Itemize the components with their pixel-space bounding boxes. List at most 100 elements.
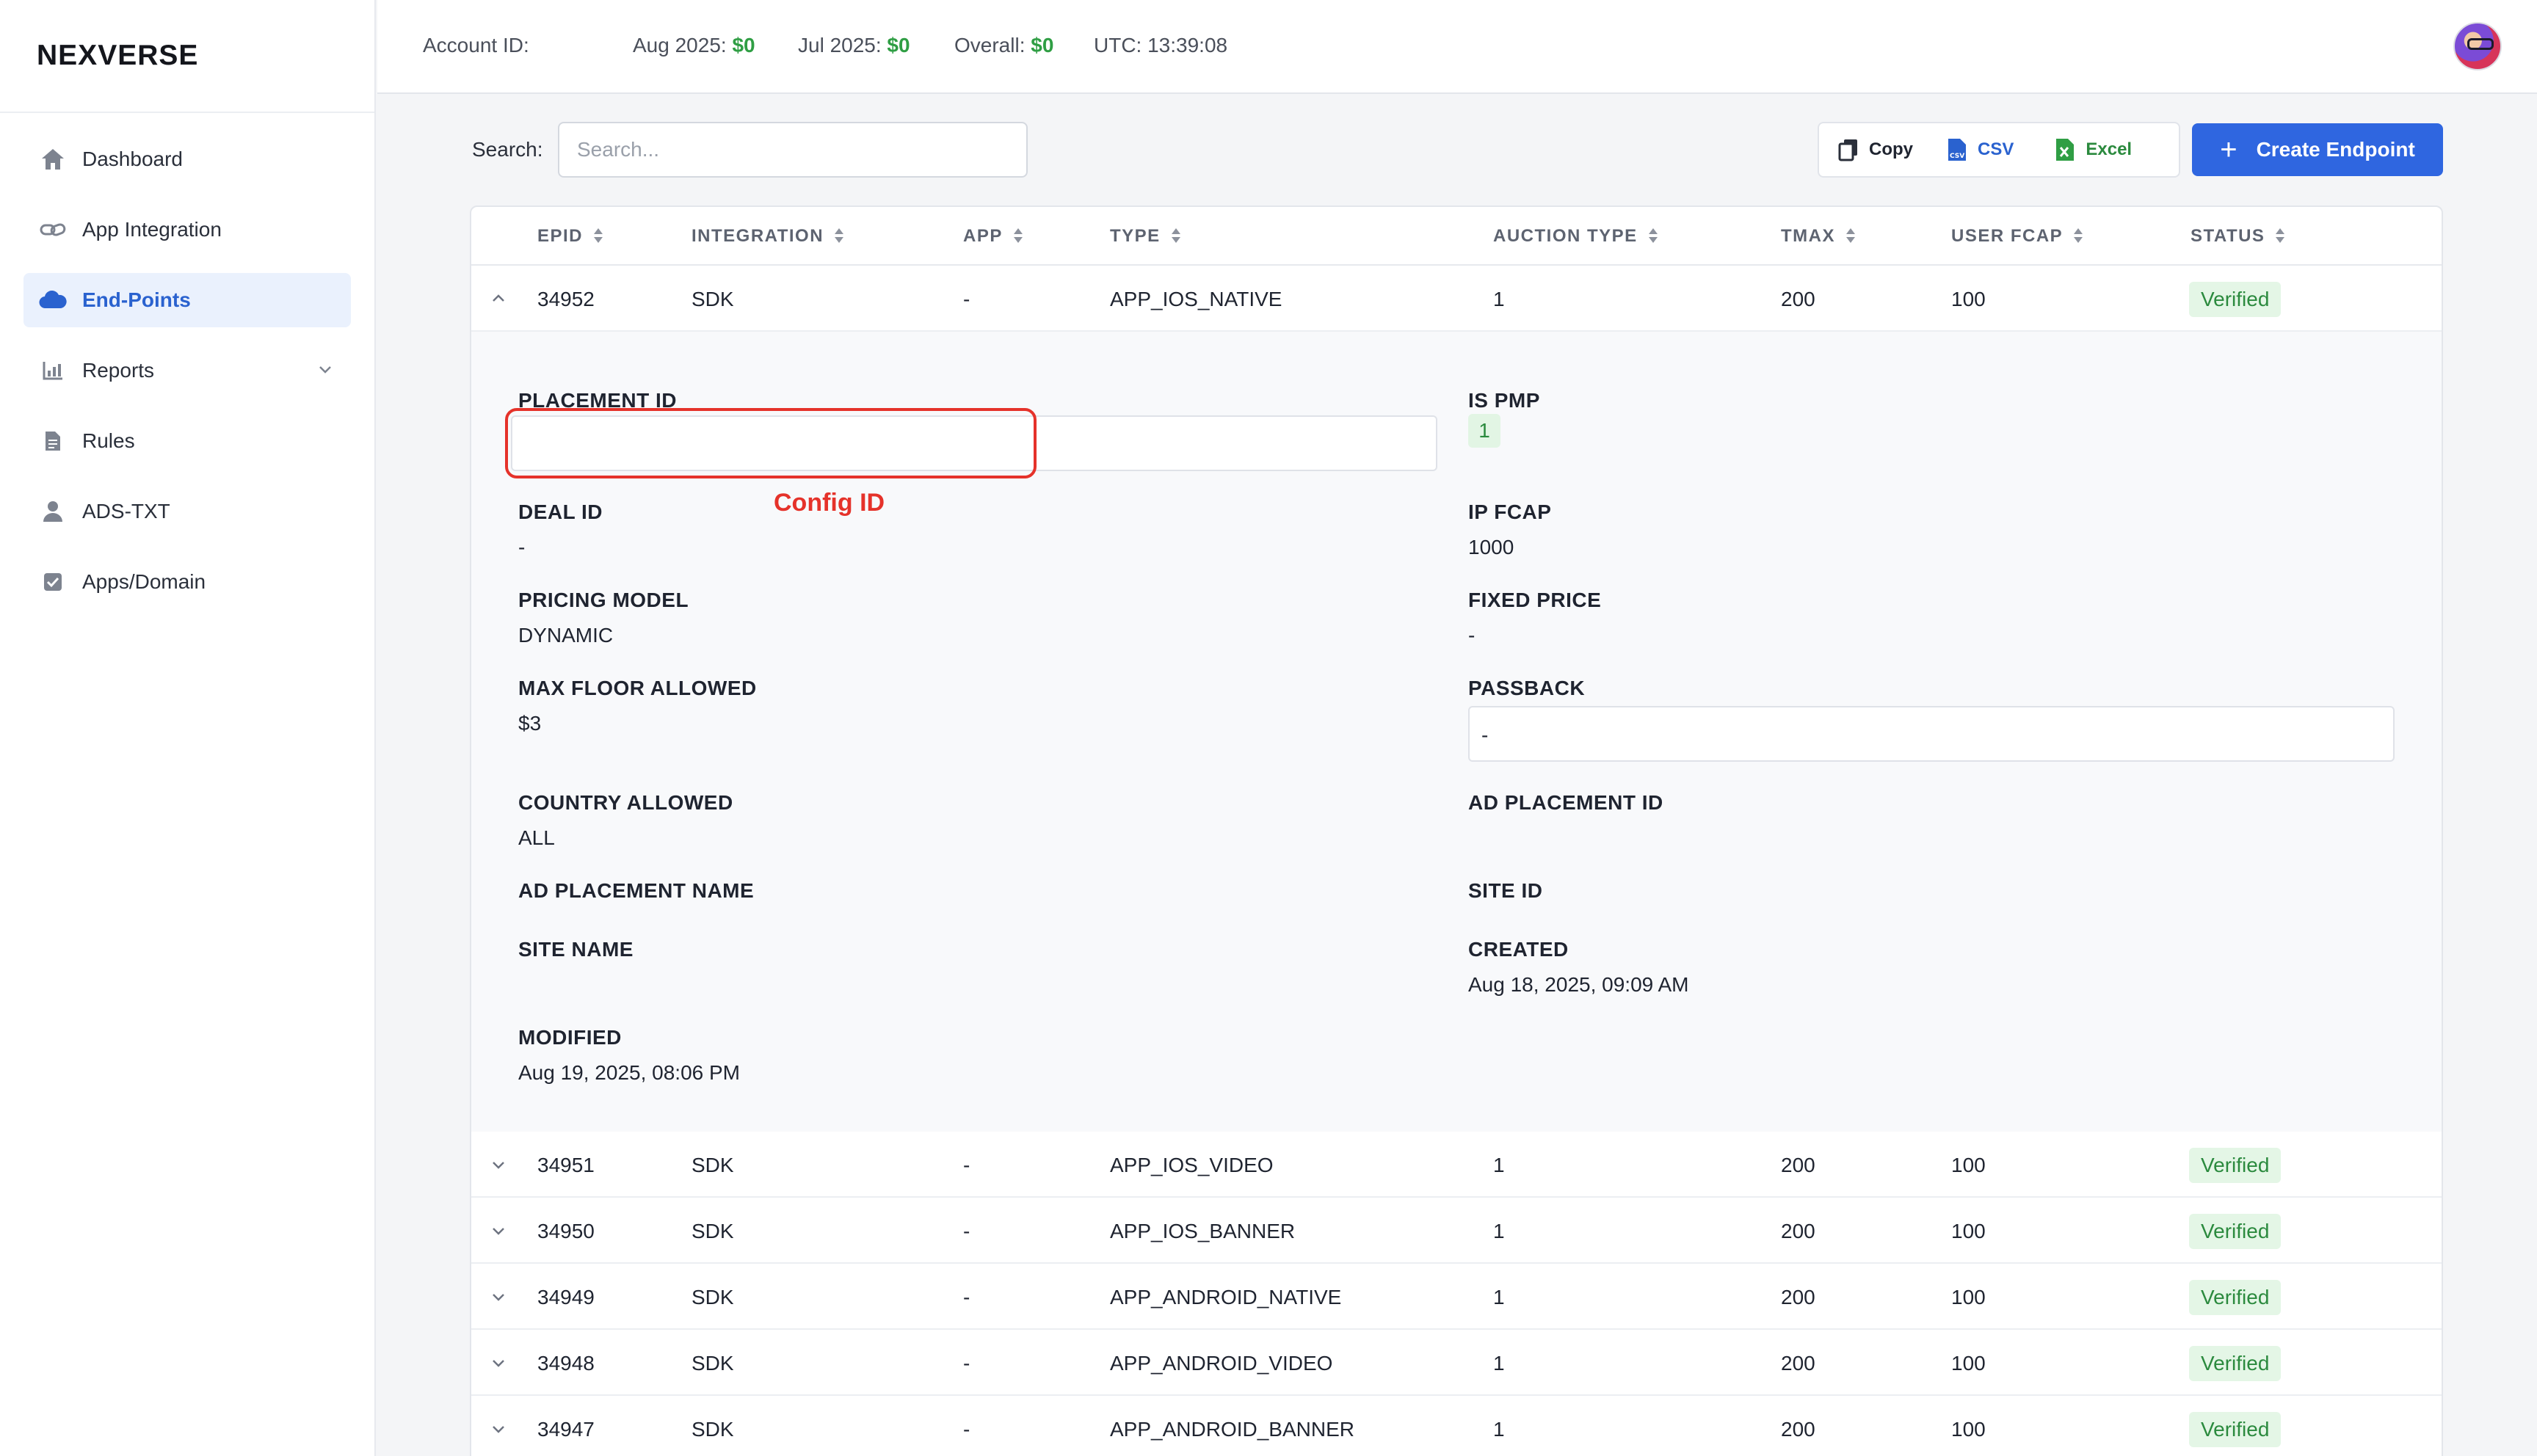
copy-label: Copy [1869, 139, 1913, 159]
sidebar-item-label: Apps/Domain [82, 570, 206, 593]
avatar[interactable] [2453, 22, 2502, 70]
excel-label: Excel [2086, 139, 2133, 159]
sidebar-item-end-points[interactable]: End-Points [23, 273, 351, 327]
pricing-model-label: PRICING MODEL [518, 589, 689, 611]
column-header-user-fcap[interactable]: USER FCAP [1951, 226, 2083, 247]
sidebar-item-rules[interactable]: Rules [23, 414, 351, 468]
sidebar-item-ads-txt[interactable]: ADS-TXT [23, 484, 351, 539]
cell-tmax: 200 [1781, 1352, 1815, 1375]
overall-revenue-label: Overall: [954, 34, 1026, 57]
create-endpoint-button[interactable]: + Create Endpoint [2192, 123, 2443, 176]
cell-user-fcap: 100 [1951, 1418, 1986, 1441]
sidebar-item-dashboard[interactable]: Dashboard [23, 132, 351, 186]
cell-epid: 34951 [537, 1154, 595, 1176]
cell-app: - [963, 288, 970, 310]
column-header-type[interactable]: TYPE [1110, 226, 1181, 247]
sidebar-item-app-integration[interactable]: App Integration [23, 203, 351, 257]
ad-placement-name-label: AD PLACEMENT NAME [518, 879, 755, 902]
table-row[interactable]: 34950 SDK - APP_IOS_BANNER 1 200 100 Ver… [471, 1198, 2442, 1264]
sort-icon [834, 228, 844, 244]
sidebar-item-label: App Integration [82, 218, 222, 241]
passback-label: PASSBACK [1468, 677, 1586, 699]
chevron-up-icon[interactable] [480, 280, 517, 317]
sort-icon [2275, 228, 2285, 244]
jul-revenue-label: Jul 2025: [798, 34, 882, 57]
passback-field[interactable]: - [1468, 706, 2395, 762]
chevron-down-icon[interactable] [480, 1212, 517, 1249]
cell-auction-type: 1 [1493, 1352, 1505, 1375]
created-value: Aug 18, 2025, 09:09 AM [1468, 973, 1689, 996]
cell-type: APP_ANDROID_BANNER [1110, 1418, 1354, 1441]
excel-file-icon [2056, 139, 2075, 161]
chevron-down-icon[interactable] [480, 1278, 517, 1315]
create-endpoint-label: Create Endpoint [2256, 138, 2415, 161]
chevron-down-icon[interactable] [480, 1344, 517, 1381]
cloud-icon [38, 285, 68, 315]
table-row[interactable]: 34947 SDK - APP_ANDROID_BANNER 1 200 100… [471, 1396, 2442, 1456]
copy-button[interactable]: Copy [1828, 123, 1923, 176]
cell-auction-type: 1 [1493, 288, 1505, 310]
status-badge: Verified [2189, 1214, 2282, 1249]
sidebar-item-label: End-Points [82, 288, 191, 311]
table-row[interactable]: 34949 SDK - APP_ANDROID_NATIVE 1 200 100… [471, 1264, 2442, 1330]
sort-icon [1171, 228, 1181, 244]
ad-placement-id-label: AD PLACEMENT ID [1468, 791, 1663, 814]
column-header-epid[interactable]: EPID [537, 226, 603, 247]
column-header-tmax[interactable]: TMAX [1781, 226, 1856, 247]
cell-app: - [963, 1220, 970, 1242]
cell-tmax: 200 [1781, 1418, 1815, 1441]
cell-integration: SDK [692, 1154, 734, 1176]
chevron-down-icon[interactable] [480, 1410, 517, 1447]
table-row-expanded[interactable]: 34952 SDK - APP_IOS_NATIVE 1 200 100 Ver… [471, 266, 2442, 332]
cell-epid: 34948 [537, 1352, 595, 1375]
status-badge: Verified [2189, 282, 2282, 317]
status-badge: Verified [2189, 1280, 2282, 1315]
column-header-auction-type[interactable]: AUCTION TYPE [1493, 226, 1658, 247]
utc-clock: UTC: 13:39:08 [1094, 34, 1228, 57]
cell-app: - [963, 1418, 970, 1441]
ip-fcap-label: IP FCAP [1468, 500, 1552, 523]
cell-type: APP_IOS_BANNER [1110, 1220, 1296, 1242]
column-header-status[interactable]: STATUS [2191, 226, 2285, 247]
config-id-annotation: Config ID [774, 489, 885, 517]
user-icon [38, 497, 68, 526]
cell-epid: 34952 [537, 288, 595, 310]
table-row[interactable]: 34948 SDK - APP_ANDROID_VIDEO 1 200 100 … [471, 1330, 2442, 1396]
export-button-group: Copy CSV CSV Excel [1818, 122, 2180, 178]
max-floor-value: $3 [518, 712, 542, 735]
chevron-down-icon[interactable] [316, 360, 335, 384]
account-id-label: Account ID: [423, 34, 529, 57]
table-row[interactable]: 34951 SDK - APP_IOS_VIDEO 1 200 100 Veri… [471, 1132, 2442, 1198]
chart-icon [38, 356, 68, 385]
overall-revenue: Overall: $0 [954, 34, 1053, 57]
column-header-app[interactable]: APP [963, 226, 1023, 247]
sidebar-item-apps-domain[interactable]: Apps/Domain [23, 555, 351, 609]
csv-label: CSV [1978, 139, 2014, 159]
svg-text:CSV: CSV [1950, 153, 1964, 160]
cell-type: APP_IOS_NATIVE [1110, 288, 1282, 310]
endpoints-table: EPID INTEGRATION APP TYPE AUCTION TYPE T… [470, 205, 2443, 1456]
site-id-label: SITE ID [1468, 879, 1543, 902]
chevron-down-icon[interactable] [480, 1146, 517, 1183]
link-icon [38, 215, 68, 244]
sort-icon [1648, 228, 1658, 244]
search-label: Search: [472, 138, 543, 161]
checkbox-icon [38, 567, 68, 597]
search-input[interactable] [558, 122, 1028, 178]
sidebar-item-label: ADS-TXT [82, 500, 170, 523]
column-header-integration[interactable]: INTEGRATION [692, 226, 844, 247]
sidebar-item-label: Dashboard [82, 148, 183, 170]
cell-auction-type: 1 [1493, 1418, 1505, 1441]
is-pmp-label: IS PMP [1468, 389, 1540, 412]
aug-revenue-value: $0 [732, 34, 755, 57]
home-icon [38, 145, 68, 174]
table-header: EPID INTEGRATION APP TYPE AUCTION TYPE T… [471, 207, 2442, 266]
excel-button[interactable]: Excel [2044, 123, 2142, 176]
document-icon [38, 426, 68, 456]
cell-tmax: 200 [1781, 288, 1815, 310]
csv-button[interactable]: CSV CSV [1937, 123, 2024, 176]
site-name-label: SITE NAME [518, 938, 634, 961]
sidebar-item-reports[interactable]: Reports [23, 343, 351, 398]
fixed-price-value: - [1468, 624, 1476, 647]
is-pmp-badge: 1 [1468, 414, 1500, 448]
